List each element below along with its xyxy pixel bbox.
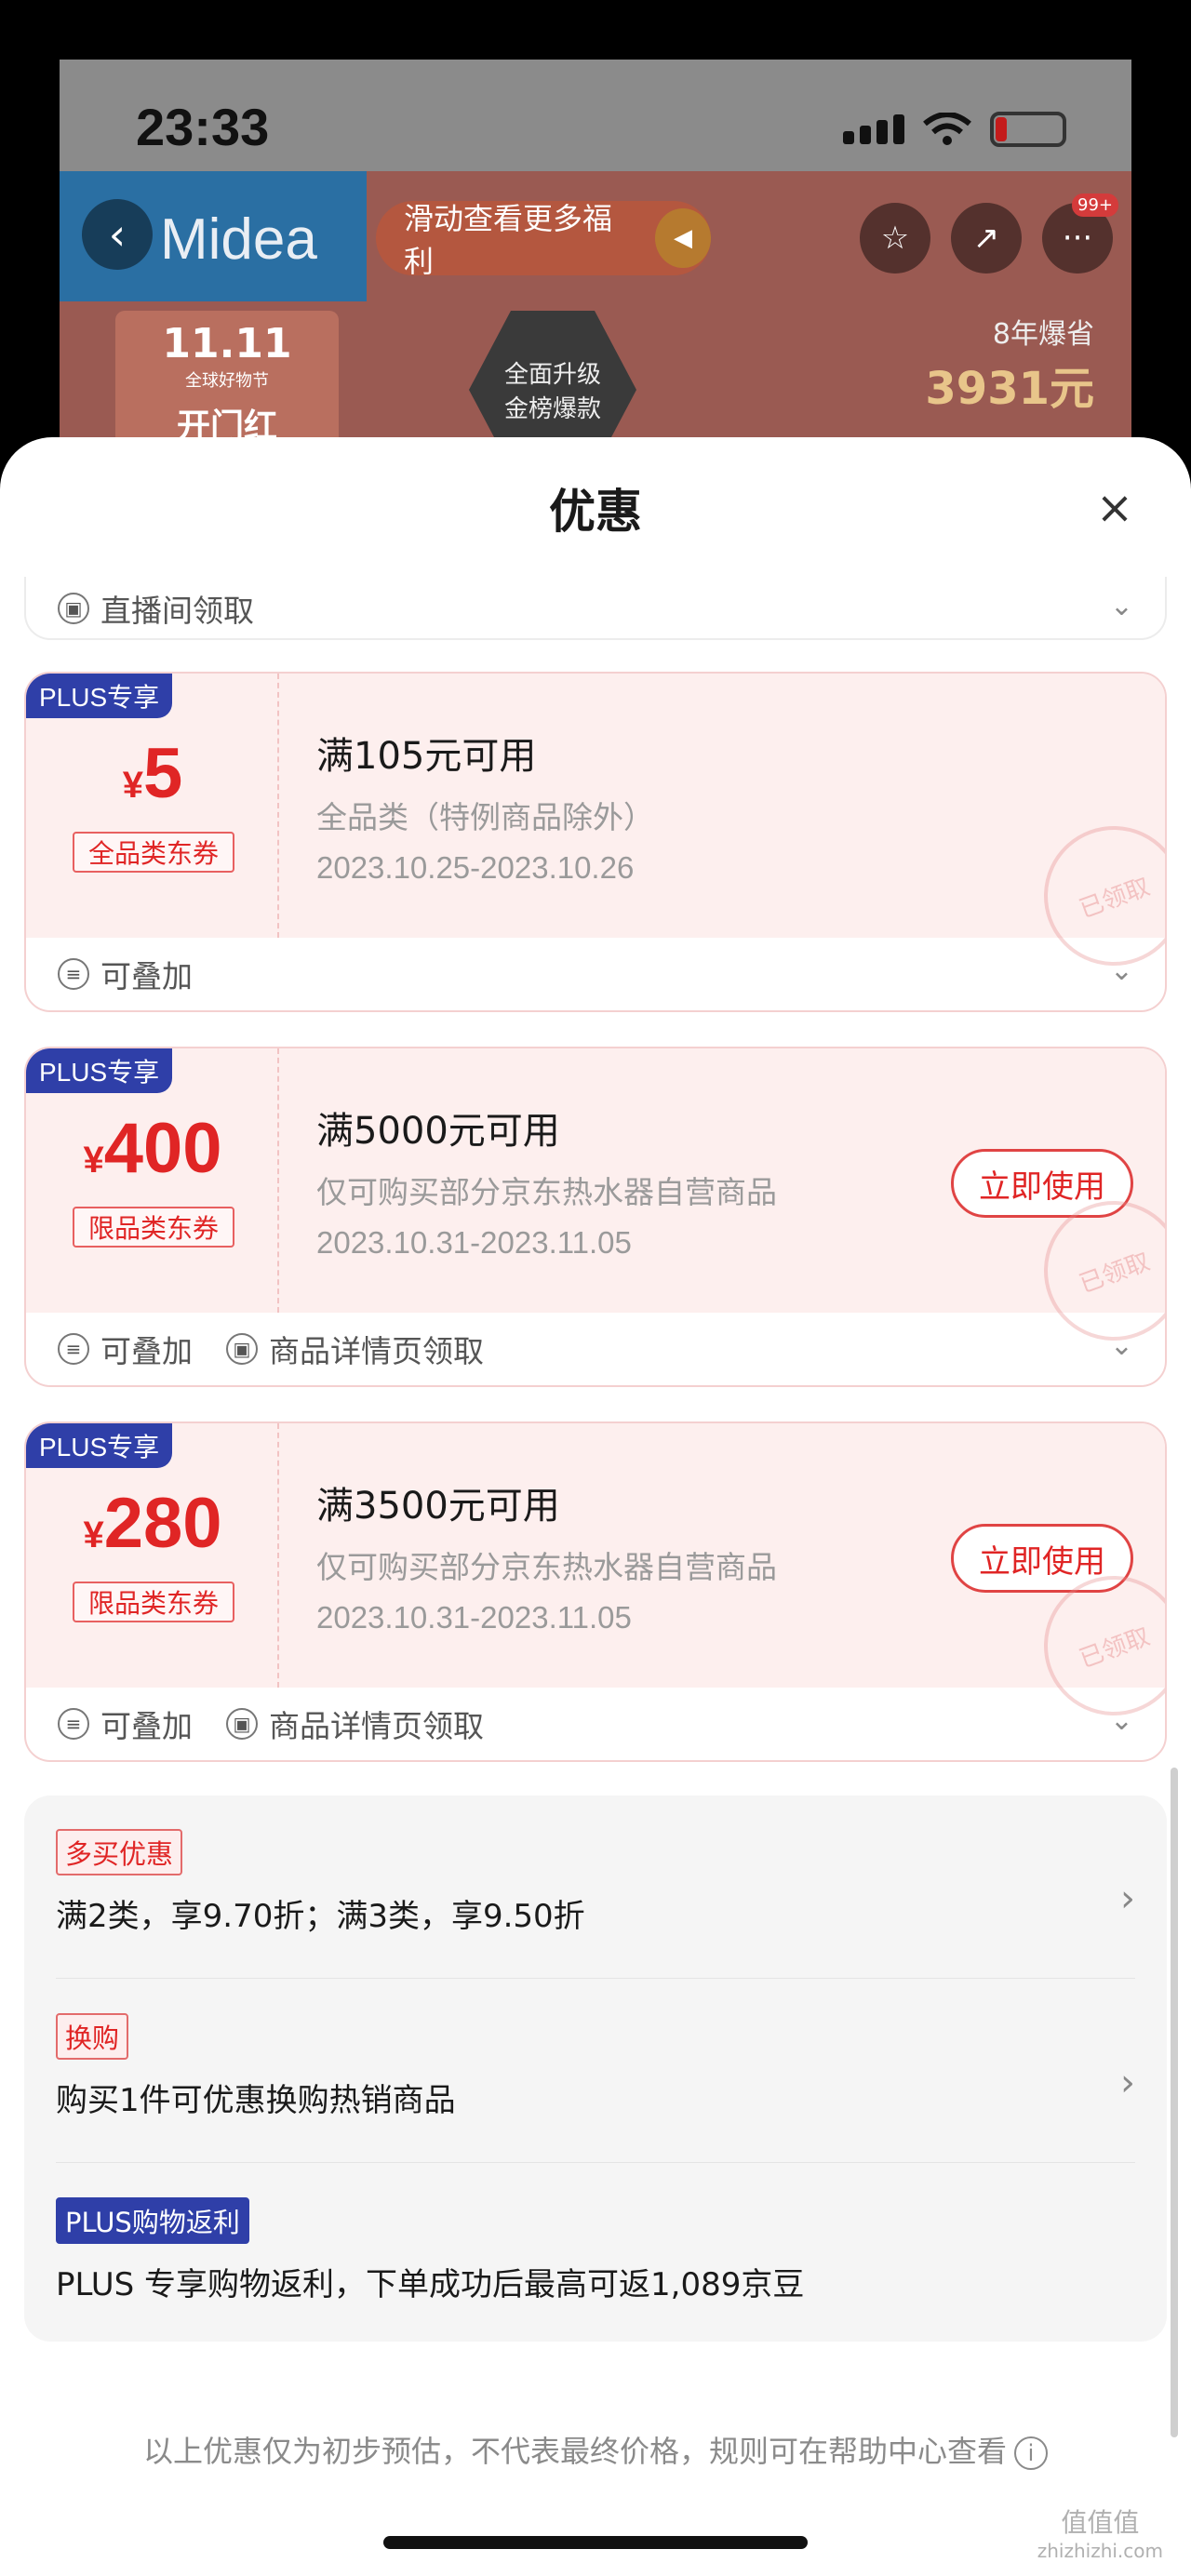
close-button[interactable]: ×	[1091, 482, 1139, 534]
partial-coupon-card[interactable]: ▣ 直播间领取 ⌄	[24, 577, 1167, 640]
divider	[56, 2162, 1135, 2163]
watermark-line2: zhizhizhi.com	[1037, 2540, 1163, 2562]
coupon-condition: 满105元可用	[316, 735, 537, 778]
coupon-amount: ¥280	[83, 1484, 222, 1563]
plus-badge: PLUS专享	[26, 1048, 173, 1093]
chevron-down-icon[interactable]: ⌄	[1110, 1704, 1133, 1737]
ticket-icon: ▣	[226, 1333, 258, 1365]
stack-icon: ≡	[58, 958, 89, 990]
meta-live-room: ▣ 直播间领取	[58, 586, 254, 631]
coupon-info: 满5000元可用 仅可购买部分京东热水器自营商品 2023.10.31-2023…	[316, 1101, 777, 1261]
promo-text: 购买1件可优惠换购热销商品	[56, 2082, 456, 2119]
chevron-left-icon: ‹	[108, 209, 127, 260]
promo-item-trade-in[interactable]: 换购 购买1件可优惠换购热销商品 ›	[56, 2013, 1135, 2120]
savings-label: 8年爆省	[992, 318, 1094, 351]
event-logo: 11.11	[162, 320, 292, 367]
meta-stackable: ≡ 可叠加	[58, 1327, 193, 1371]
coupon-category: 全品类东券	[73, 832, 234, 873]
status-bar: 23:33	[60, 60, 1131, 171]
chevron-right-icon: ›	[1120, 1877, 1135, 1920]
ranking-badge-line1: 全面升级	[503, 361, 601, 389]
coupon-category: 限品类东券	[73, 1582, 234, 1622]
coupon-card[interactable]: PLUS专享 ¥5 全品类东券 满105元可用 全品类（特例商品除外） 2023…	[24, 672, 1167, 1012]
message-badge: 99+	[1072, 194, 1118, 217]
more-button[interactable]: ··· 99+	[1042, 194, 1118, 274]
coupon-info: 满3500元可用 仅可购买部分京东热水器自营商品 2023.10.31-2023…	[316, 1475, 777, 1635]
ticket-icon: ▣	[58, 593, 89, 624]
share-icon: ↗	[972, 220, 1000, 257]
meta-stackable: ≡ 可叠加	[58, 952, 193, 996]
play-icon: ◀	[655, 208, 711, 268]
chevron-down-icon[interactable]: ⌄	[1110, 954, 1133, 987]
battery-icon	[990, 112, 1066, 147]
info-icon[interactable]: i	[1014, 2436, 1048, 2470]
promo-tag: PLUS购物返利	[56, 2197, 249, 2244]
meta-label: 直播间领取	[100, 593, 254, 629]
coupon-date: 2023.10.31-2023.11.05	[316, 1225, 632, 1260]
status-icons	[843, 112, 1066, 147]
coupon-scope: 仅可购买部分京东热水器自营商品	[316, 1174, 777, 1210]
promo-tag: 换购	[56, 2013, 129, 2060]
savings-value: 3931元	[925, 363, 1094, 415]
meta-detail-page: ▣ 商品详情页领取	[226, 1327, 484, 1371]
more-icon: ···	[1062, 220, 1093, 257]
coupon-info: 满105元可用 全品类（特例商品除外） 2023.10.25-2023.10.2…	[316, 726, 654, 886]
divider	[56, 1978, 1135, 1979]
event-sub: 全球好物节	[185, 371, 269, 391]
coupon-category: 限品类东券	[73, 1207, 234, 1248]
coupon-condition: 满5000元可用	[316, 1110, 560, 1153]
savings-block: 8年爆省 3931元	[925, 311, 1094, 417]
footer-note: 以上优惠仅为初步预估，不代表最终价格，规则可在帮助中心查看 i	[0, 2428, 1191, 2471]
share-button[interactable]: ↗	[951, 203, 1022, 274]
coupon-condition: 满3500元可用	[316, 1485, 560, 1528]
meta-stackable: ≡ 可叠加	[58, 1702, 193, 1746]
favorite-button[interactable]: ☆	[860, 203, 930, 274]
coupon-amount: ¥400	[83, 1109, 222, 1188]
watermark-line1: 值值值	[1061, 2507, 1140, 2538]
coupon-date: 2023.10.25-2023.10.26	[316, 850, 635, 885]
discount-sheet: 优惠 × ▣ 直播间领取 ⌄ PLUS专享 ¥5 全品类东券 满105元可用 全…	[0, 437, 1191, 2576]
home-indicator[interactable]	[383, 2536, 808, 2549]
status-time: 23:33	[136, 98, 270, 156]
coupon-scope: 全品类（特例商品除外）	[316, 799, 654, 835]
meta-detail-page: ▣ 商品详情页领取	[226, 1702, 484, 1746]
more-benefits-tag[interactable]: 滑动查看更多福利 ◀	[376, 201, 711, 279]
promo-item-plus-rebate: PLUS购物返利 PLUS 专享购物返利，下单成功后最高可返1,089京豆	[56, 2197, 1135, 2304]
ranking-badge-line2: 金榜爆款	[503, 395, 601, 423]
promo-text: 满2类，享9.70折；满3类，享9.50折	[56, 1898, 585, 1935]
coupon-scope: 仅可购买部分京东热水器自营商品	[316, 1549, 777, 1585]
coupon-card[interactable]: PLUS专享 ¥400 限品类东券 满5000元可用 仅可购买部分京东热水器自营…	[24, 1047, 1167, 1387]
star-icon: ☆	[880, 220, 910, 257]
footer-note-text: 以上优惠仅为初步预估，不代表最终价格，规则可在帮助中心查看	[142, 2434, 1007, 2469]
watermark: 值值值 zhizhizhi.com	[1037, 2503, 1163, 2562]
promotions-panel: 多买优惠 满2类，享9.70折；满3类，享9.50折 › 换购 购买1件可优惠换…	[24, 1795, 1167, 2342]
promo-tag: 多买优惠	[56, 1829, 183, 1875]
banner-tag-label: 滑动查看更多福利	[404, 201, 613, 279]
chevron-down-icon[interactable]: ⌄	[1110, 590, 1133, 622]
promo-text: PLUS 专享购物返利，下单成功后最高可返1,089京豆	[56, 2266, 805, 2303]
signal-icon	[843, 114, 904, 144]
sheet-title: 优惠	[549, 485, 642, 539]
brand-logo: Midea	[160, 207, 317, 272]
coupon-date: 2023.10.31-2023.11.05	[316, 1600, 632, 1635]
plus-badge: PLUS专享	[26, 1423, 173, 1468]
coupon-card[interactable]: PLUS专享 ¥280 限品类东券 满3500元可用 仅可购买部分京东热水器自营…	[24, 1421, 1167, 1762]
chevron-down-icon[interactable]: ⌄	[1110, 1329, 1133, 1362]
promo-item-multi-buy[interactable]: 多买优惠 满2类，享9.70折；满3类，享9.50折 ›	[56, 1829, 1135, 1936]
top-actions: ☆ ↗ ··· 99+	[860, 194, 1118, 274]
plus-badge: PLUS专享	[26, 674, 173, 718]
wifi-icon	[923, 113, 971, 145]
coupon-amount: ¥5	[122, 734, 183, 813]
stack-icon: ≡	[58, 1333, 89, 1365]
close-icon: ×	[1095, 482, 1134, 534]
chevron-right-icon: ›	[1120, 2062, 1135, 2104]
stack-icon: ≡	[58, 1708, 89, 1740]
back-button[interactable]: ‹	[82, 199, 153, 270]
ticket-icon: ▣	[226, 1708, 258, 1740]
scrollbar[interactable]	[1171, 1768, 1178, 2437]
